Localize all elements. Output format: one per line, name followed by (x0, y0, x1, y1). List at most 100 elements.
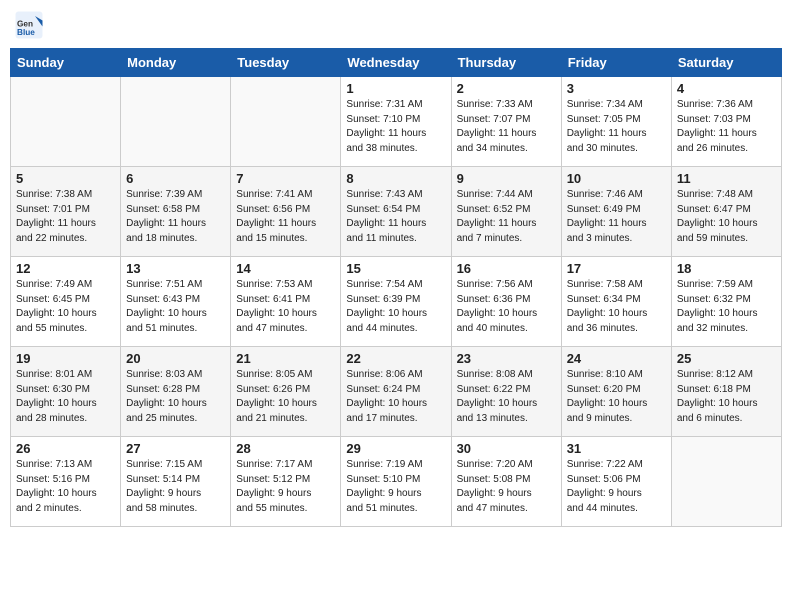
week-row-1: 1Sunrise: 7:31 AM Sunset: 7:10 PM Daylig… (11, 77, 782, 167)
table-cell: 15 Sunrise: 7:54 AM Sunset: 6:39 PM Dayli… (341, 257, 451, 347)
table-cell: 25 Sunrise: 8:12 AM Sunset: 6:18 PM Dayli… (671, 347, 781, 437)
table-cell: 19 Sunrise: 8:01 AM Sunset: 6:30 PM Dayli… (11, 347, 121, 437)
table-cell: 26Sunrise: 7:13 AM Sunset: 5:16 PM Dayli… (11, 437, 121, 527)
day-info: Sunrise: 8:03 AM Sunset: 6:28 PM Dayligh… (126, 368, 225, 426)
week-row-5: 26Sunrise: 7:13 AM Sunset: 5:16 PM Dayli… (11, 437, 782, 527)
day-number: 8 (346, 171, 445, 186)
day-info: Sunrise: 8:06 AM Sunset: 6:24 PM Dayligh… (346, 368, 445, 426)
logo-icon: Gen Blue (14, 10, 44, 40)
weekday-header-wednesday: Wednesday (341, 49, 451, 77)
svg-text:Blue: Blue (17, 28, 35, 37)
weekday-header-thursday: Thursday (451, 49, 561, 77)
day-info: Sunrise: 7:58 AM Sunset: 6:34 PM Dayligh… (567, 278, 666, 336)
day-number: 29 (346, 441, 445, 456)
table-cell: 9 Sunrise: 7:44 AM Sunset: 6:52 PM Daylig… (451, 167, 561, 257)
table-cell: 11 Sunrise: 7:48 AM Sunset: 6:47 PM Dayli… (671, 167, 781, 257)
table-cell: 20 Sunrise: 8:03 AM Sunset: 6:28 PM Dayli… (121, 347, 231, 437)
day-number: 13 (126, 261, 225, 276)
day-info: Sunrise: 7:46 AM Sunset: 6:49 PM Dayligh… (567, 188, 666, 246)
day-number: 17 (567, 261, 666, 276)
day-info: Sunrise: 7:38 AM Sunset: 7:01 PM Dayligh… (16, 188, 115, 246)
day-number: 1 (346, 81, 445, 96)
day-info: Sunrise: 7:19 AM Sunset: 5:10 PM Dayligh… (346, 458, 445, 516)
table-cell: 5 Sunrise: 7:38 AM Sunset: 7:01 PM Daylig… (11, 167, 121, 257)
weekday-header-friday: Friday (561, 49, 671, 77)
weekday-header-tuesday: Tuesday (231, 49, 341, 77)
day-info: Sunrise: 7:59 AM Sunset: 6:32 PM Dayligh… (677, 278, 776, 336)
day-info: Sunrise: 7:33 AM Sunset: 7:07 PM Dayligh… (457, 98, 556, 156)
day-number: 14 (236, 261, 335, 276)
table-cell: 18Sunrise: 7:59 AM Sunset: 6:32 PM Dayli… (671, 257, 781, 347)
table-cell: 13 Sunrise: 7:51 AM Sunset: 6:43 PM Dayli… (121, 257, 231, 347)
day-info: Sunrise: 7:48 AM Sunset: 6:47 PM Dayligh… (677, 188, 776, 246)
logo: Gen Blue (14, 10, 48, 40)
table-cell (11, 77, 121, 167)
week-row-3: 12Sunrise: 7:49 AM Sunset: 6:45 PM Dayli… (11, 257, 782, 347)
day-info: Sunrise: 7:51 AM Sunset: 6:43 PM Dayligh… (126, 278, 225, 336)
day-number: 23 (457, 351, 556, 366)
table-cell: 29 Sunrise: 7:19 AM Sunset: 5:10 PM Dayli… (341, 437, 451, 527)
day-info: Sunrise: 7:13 AM Sunset: 5:16 PM Dayligh… (16, 458, 115, 516)
table-cell: 2Sunrise: 7:33 AM Sunset: 7:07 PM Daylig… (451, 77, 561, 167)
day-number: 22 (346, 351, 445, 366)
table-cell: 17 Sunrise: 7:58 AM Sunset: 6:34 PM Dayli… (561, 257, 671, 347)
day-info: Sunrise: 7:54 AM Sunset: 6:39 PM Dayligh… (346, 278, 445, 336)
weekday-header-sunday: Sunday (11, 49, 121, 77)
week-row-4: 19 Sunrise: 8:01 AM Sunset: 6:30 PM Dayli… (11, 347, 782, 437)
day-info: Sunrise: 7:34 AM Sunset: 7:05 PM Dayligh… (567, 98, 666, 156)
table-cell: 30Sunrise: 7:20 AM Sunset: 5:08 PM Dayli… (451, 437, 561, 527)
day-info: Sunrise: 8:01 AM Sunset: 6:30 PM Dayligh… (16, 368, 115, 426)
calendar-table: SundayMondayTuesdayWednesdayThursdayFrid… (10, 48, 782, 527)
table-cell: 31Sunrise: 7:22 AM Sunset: 5:06 PM Dayli… (561, 437, 671, 527)
day-number: 6 (126, 171, 225, 186)
day-number: 5 (16, 171, 115, 186)
table-cell (121, 77, 231, 167)
day-number: 20 (126, 351, 225, 366)
page-header: Gen Blue (10, 10, 782, 40)
table-cell (671, 437, 781, 527)
table-cell: 14 Sunrise: 7:53 AM Sunset: 6:41 PM Dayli… (231, 257, 341, 347)
day-info: Sunrise: 7:53 AM Sunset: 6:41 PM Dayligh… (236, 278, 335, 336)
day-info: Sunrise: 7:15 AM Sunset: 5:14 PM Dayligh… (126, 458, 225, 516)
day-number: 4 (677, 81, 776, 96)
day-info: Sunrise: 7:36 AM Sunset: 7:03 PM Dayligh… (677, 98, 776, 156)
weekday-header-row: SundayMondayTuesdayWednesdayThursdayFrid… (11, 49, 782, 77)
day-number: 19 (16, 351, 115, 366)
table-cell: 16 Sunrise: 7:56 AM Sunset: 6:36 PM Dayli… (451, 257, 561, 347)
day-info: Sunrise: 8:12 AM Sunset: 6:18 PM Dayligh… (677, 368, 776, 426)
table-cell: 8 Sunrise: 7:43 AM Sunset: 6:54 PM Daylig… (341, 167, 451, 257)
day-number: 25 (677, 351, 776, 366)
day-info: Sunrise: 8:10 AM Sunset: 6:20 PM Dayligh… (567, 368, 666, 426)
day-number: 21 (236, 351, 335, 366)
table-cell: 27 Sunrise: 7:15 AM Sunset: 5:14 PM Dayli… (121, 437, 231, 527)
day-number: 9 (457, 171, 556, 186)
weekday-header-monday: Monday (121, 49, 231, 77)
day-number: 10 (567, 171, 666, 186)
table-cell: 7Sunrise: 7:41 AM Sunset: 6:56 PM Daylig… (231, 167, 341, 257)
day-info: Sunrise: 7:56 AM Sunset: 6:36 PM Dayligh… (457, 278, 556, 336)
table-cell: 24 Sunrise: 8:10 AM Sunset: 6:20 PM Dayli… (561, 347, 671, 437)
day-info: Sunrise: 8:08 AM Sunset: 6:22 PM Dayligh… (457, 368, 556, 426)
day-number: 11 (677, 171, 776, 186)
day-info: Sunrise: 7:44 AM Sunset: 6:52 PM Dayligh… (457, 188, 556, 246)
day-number: 31 (567, 441, 666, 456)
table-cell: 28 Sunrise: 7:17 AM Sunset: 5:12 PM Dayli… (231, 437, 341, 527)
table-cell: 3Sunrise: 7:34 AM Sunset: 7:05 PM Daylig… (561, 77, 671, 167)
day-number: 16 (457, 261, 556, 276)
day-info: Sunrise: 7:43 AM Sunset: 6:54 PM Dayligh… (346, 188, 445, 246)
day-number: 28 (236, 441, 335, 456)
day-info: Sunrise: 7:17 AM Sunset: 5:12 PM Dayligh… (236, 458, 335, 516)
day-number: 27 (126, 441, 225, 456)
table-cell: 6 Sunrise: 7:39 AM Sunset: 6:58 PM Daylig… (121, 167, 231, 257)
table-cell: 4 Sunrise: 7:36 AM Sunset: 7:03 PM Daylig… (671, 77, 781, 167)
day-info: Sunrise: 7:41 AM Sunset: 6:56 PM Dayligh… (236, 188, 335, 246)
table-cell (231, 77, 341, 167)
table-cell: 23 Sunrise: 8:08 AM Sunset: 6:22 PM Dayli… (451, 347, 561, 437)
day-number: 12 (16, 261, 115, 276)
day-info: Sunrise: 7:20 AM Sunset: 5:08 PM Dayligh… (457, 458, 556, 516)
day-number: 24 (567, 351, 666, 366)
day-info: Sunrise: 7:39 AM Sunset: 6:58 PM Dayligh… (126, 188, 225, 246)
day-number: 15 (346, 261, 445, 276)
table-cell: 21Sunrise: 8:05 AM Sunset: 6:26 PM Dayli… (231, 347, 341, 437)
table-cell: 22 Sunrise: 8:06 AM Sunset: 6:24 PM Dayli… (341, 347, 451, 437)
